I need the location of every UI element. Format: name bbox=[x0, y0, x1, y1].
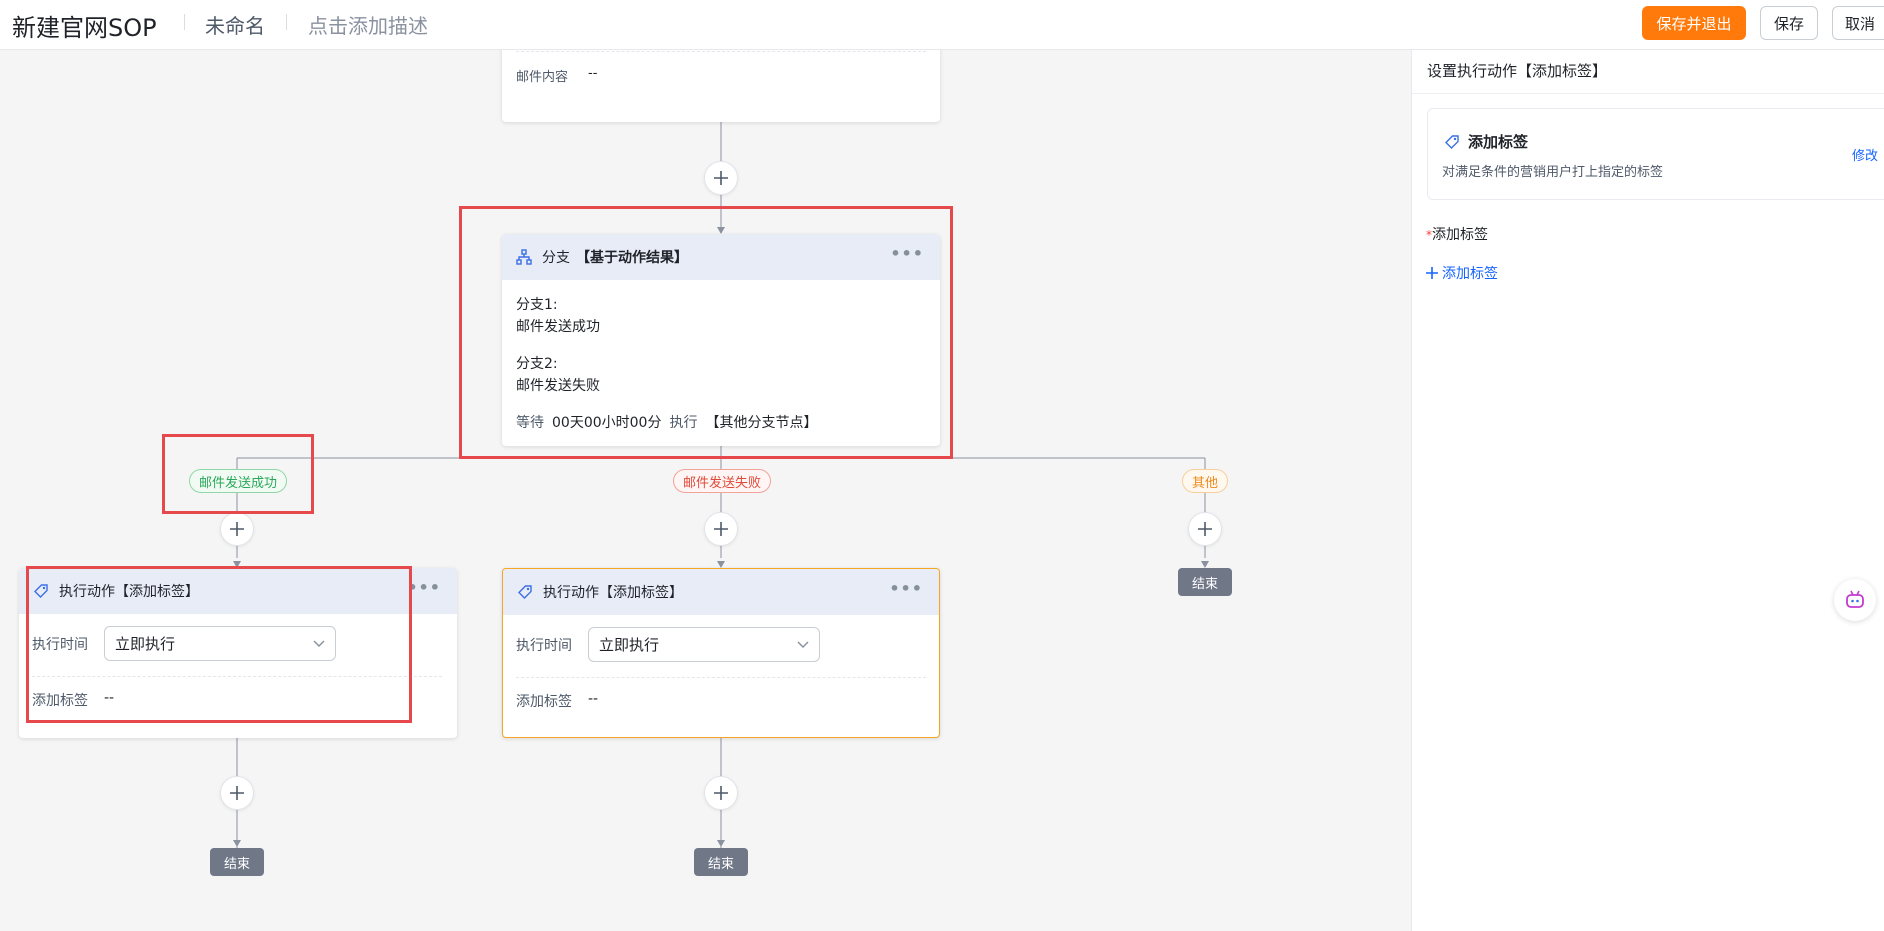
add-node-button[interactable] bbox=[220, 512, 254, 546]
page-title: 新建官网SOP bbox=[12, 14, 157, 42]
email-content-value: -- bbox=[588, 66, 598, 81]
branch-other-pill[interactable]: 其他 bbox=[1182, 469, 1229, 493]
tag-icon bbox=[1445, 134, 1459, 149]
plus-icon bbox=[230, 786, 244, 800]
flow-canvas[interactable]: 邮件内容 -- 分支 【基于动作结果】 ••• 分支1: 邮件发送成功 分支2:… bbox=[0, 50, 1411, 931]
add-node-button[interactable] bbox=[220, 776, 254, 810]
add-node-button[interactable] bbox=[704, 776, 738, 810]
add-tag-button[interactable]: 添加标签 bbox=[1426, 263, 1498, 283]
panel-title: 设置执行动作【添加标签】 bbox=[1427, 62, 1608, 80]
action-card-title-text: 添加标签 bbox=[1468, 133, 1529, 151]
plus-icon bbox=[230, 522, 244, 536]
top-bar: 新建官网SOP 未命名 点击添加描述 保存并退出 保存 取消 bbox=[0, 0, 1884, 50]
exec-time-label: 执行时间 bbox=[516, 638, 572, 654]
cancel-button[interactable]: 取消 bbox=[1832, 6, 1884, 40]
settings-panel: 设置执行动作【添加标签】 添加标签 对满足条件的营销用户打上指定的标签 修改 *… bbox=[1411, 50, 1884, 931]
end-node[interactable]: 结束 bbox=[1178, 568, 1232, 596]
end-node[interactable]: 结束 bbox=[694, 848, 748, 876]
plus-icon bbox=[1198, 522, 1212, 536]
highlight-box-action bbox=[26, 566, 412, 723]
action-card-desc: 对满足条件的营销用户打上指定的标签 bbox=[1442, 165, 1664, 180]
email-node[interactable]: 邮件内容 -- bbox=[502, 50, 940, 122]
plus-icon bbox=[714, 522, 728, 536]
exec-time-value: 立即执行 bbox=[599, 636, 660, 654]
description-input[interactable]: 点击添加描述 bbox=[308, 10, 428, 39]
email-node-divider bbox=[516, 51, 926, 52]
save-button[interactable]: 保存 bbox=[1760, 6, 1818, 40]
highlight-box-pill bbox=[162, 434, 314, 514]
more-options-icon[interactable]: ••• bbox=[889, 581, 923, 597]
end-node[interactable]: 结束 bbox=[210, 848, 264, 876]
plus-icon bbox=[1426, 267, 1438, 279]
branch-fail-pill[interactable]: 邮件发送失败 bbox=[673, 469, 772, 493]
action-card-title: 添加标签 bbox=[1444, 131, 1528, 152]
exec-time-select[interactable]: 立即执行 bbox=[588, 627, 820, 662]
action-info-card: 添加标签 对满足条件的营销用户打上指定的标签 bbox=[1427, 108, 1884, 200]
add-node-button[interactable] bbox=[1188, 512, 1222, 546]
save-and-exit-button[interactable]: 保存并退出 bbox=[1642, 6, 1746, 40]
add-tag-button-label: 添加标签 bbox=[1442, 266, 1498, 282]
more-options-icon[interactable]: ••• bbox=[407, 580, 441, 596]
action-node-header: 执行动作【添加标签】 ••• bbox=[503, 569, 939, 615]
action-node-divider bbox=[516, 677, 926, 678]
plus-icon bbox=[714, 786, 728, 800]
tag-icon bbox=[517, 584, 533, 600]
edit-action-link[interactable]: 修改 bbox=[1852, 145, 1878, 164]
add-tag-field-text: 添加标签 bbox=[1432, 227, 1488, 243]
panel-divider bbox=[1412, 93, 1884, 94]
add-node-button[interactable] bbox=[704, 161, 738, 195]
action-node-selected[interactable]: 执行动作【添加标签】 ••• 执行时间 立即执行 添加标签 -- bbox=[502, 568, 940, 738]
robot-icon bbox=[1846, 590, 1864, 608]
highlight-box-branch bbox=[459, 206, 953, 459]
add-tag-label: 添加标签 bbox=[516, 694, 572, 710]
action-node-title: 执行动作【添加标签】 bbox=[543, 585, 683, 601]
add-tag-field-label: *添加标签 bbox=[1426, 224, 1488, 244]
email-content-label: 邮件内容 bbox=[516, 70, 569, 85]
assistant-bot-button[interactable] bbox=[1834, 579, 1876, 621]
sop-name[interactable]: 未命名 bbox=[205, 10, 265, 39]
chevron-down-icon bbox=[797, 641, 809, 648]
add-tag-value: -- bbox=[588, 691, 599, 707]
name-divider bbox=[286, 14, 287, 30]
add-node-button[interactable] bbox=[704, 512, 738, 546]
title-divider bbox=[184, 14, 185, 30]
plus-icon bbox=[714, 171, 728, 185]
